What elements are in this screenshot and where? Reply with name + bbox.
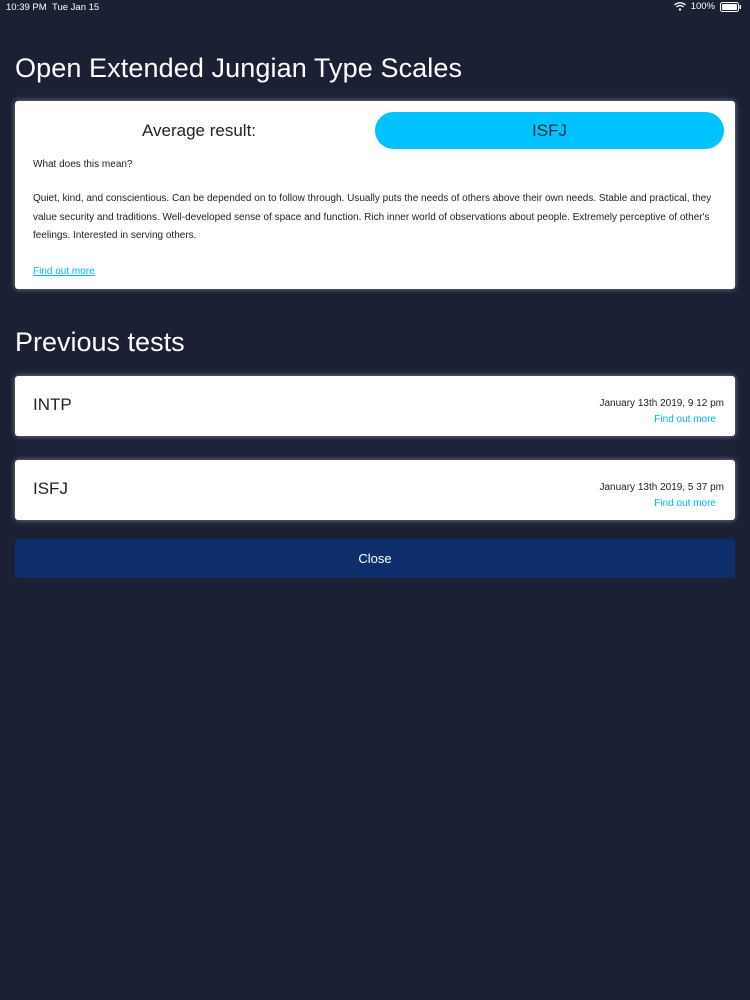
status-right: 100%: [673, 1, 742, 12]
status-time: 10:39 PM: [6, 2, 47, 13]
result-type-button[interactable]: ISFJ: [375, 112, 724, 149]
previous-test-card[interactable]: ISFJ January 13th 2019, 5 37 pm Find out…: [15, 460, 735, 520]
battery-icon: [720, 1, 742, 12]
close-button[interactable]: Close: [15, 539, 735, 578]
previous-test-card[interactable]: INTP January 13th 2019, 9 12 pm Find out…: [15, 376, 735, 436]
test-date: January 13th 2019, 9 12 pm: [599, 398, 724, 409]
test-type: INTP: [33, 395, 72, 414]
average-result-label: Average result:: [142, 121, 257, 140]
average-result-card: Average result: ISFJ What does this mean…: [15, 101, 735, 289]
type-description: Quiet, kind, and conscientious. Can be d…: [33, 193, 712, 241]
previous-tests-title: Previous tests: [15, 327, 185, 357]
test-find-out-more-link[interactable]: Find out more: [654, 414, 716, 425]
test-date: January 13th 2019, 5 37 pm: [599, 482, 724, 493]
test-find-out-more-link[interactable]: Find out more: [654, 498, 716, 509]
test-type: ISFJ: [33, 479, 68, 498]
find-out-more-link[interactable]: Find out more: [33, 266, 95, 277]
status-date: Tue Jan 15: [52, 2, 100, 13]
wifi-icon: [673, 2, 686, 11]
meaning-question: What does this mean?: [33, 159, 133, 170]
battery-percent: 100%: [690, 1, 715, 12]
status-bar: 10:39 PM Tue Jan 15 100%: [0, 0, 750, 16]
page-title: Open Extended Jungian Type Scales: [15, 53, 463, 83]
